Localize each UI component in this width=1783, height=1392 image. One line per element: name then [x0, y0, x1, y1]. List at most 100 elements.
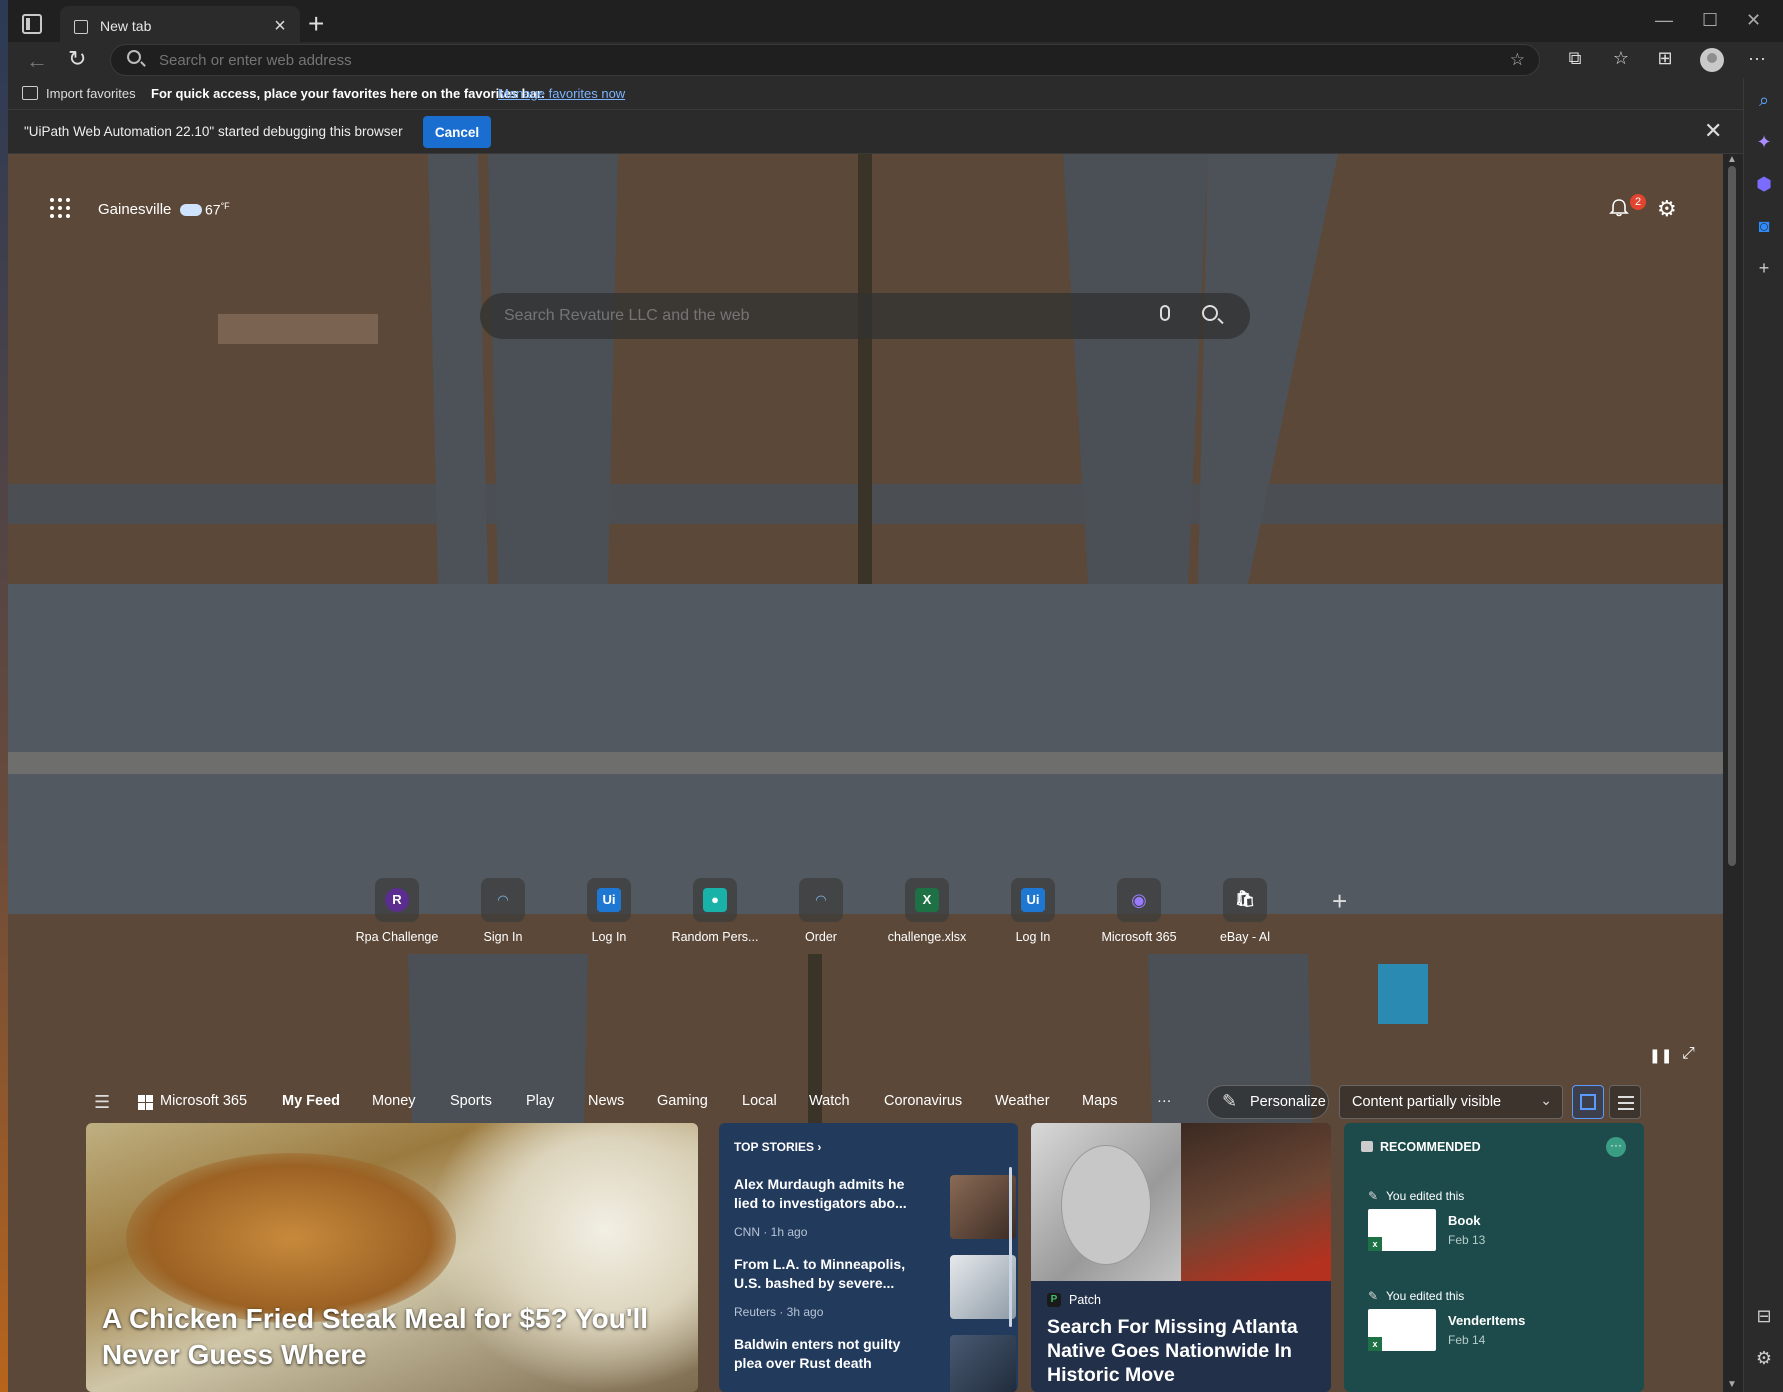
- scroll-thumb[interactable]: [1728, 166, 1736, 866]
- tab-actions-icon[interactable]: [22, 14, 42, 34]
- nav-microsoft-365[interactable]: Microsoft 365: [160, 1093, 247, 1109]
- story-meta: CNN · 1h ago: [734, 1225, 808, 1239]
- quick-link-label: Log In: [1015, 930, 1051, 944]
- rpa-challenge-icon: R: [385, 888, 409, 912]
- nav-weather[interactable]: Weather: [995, 1093, 1050, 1109]
- quick-link[interactable]: ● Random Pers...: [665, 878, 765, 958]
- refresh-icon[interactable]: ↻: [68, 46, 86, 72]
- story-item[interactable]: From L.A. to Minneapolis, U.S. bashed by…: [734, 1255, 1016, 1333]
- new-tab-button[interactable]: +: [308, 8, 324, 40]
- minimize-icon[interactable]: —: [1655, 10, 1673, 31]
- extensions-icon[interactable]: ⧉: [1563, 48, 1587, 69]
- excel-icon: X: [915, 888, 939, 912]
- address-bar[interactable]: ☆: [110, 44, 1540, 76]
- recommended-item[interactable]: ✎ You edited this x Book Feb 13: [1344, 1189, 1644, 1279]
- quick-link-tile: X: [905, 878, 949, 922]
- quick-link[interactable]: 🛍 eBay - Al: [1195, 878, 1295, 958]
- app-launcher-icon[interactable]: [50, 198, 70, 218]
- page-settings-icon[interactable]: ⚙: [1657, 196, 1677, 222]
- sidebar-settings-icon[interactable]: ⚙: [1752, 1348, 1776, 1372]
- collections-icon[interactable]: ⊞: [1653, 48, 1677, 69]
- add-favorite-icon[interactable]: ☆: [1510, 50, 1525, 70]
- quick-link[interactable]: ◠ Order: [771, 878, 871, 958]
- personalize-button[interactable]: ✎ Personalize: [1207, 1085, 1329, 1119]
- back-icon[interactable]: ←: [26, 48, 48, 74]
- nav-maps[interactable]: Maps: [1082, 1093, 1117, 1109]
- quick-link-label: eBay - Al: [1219, 930, 1271, 944]
- uipath-icon: Ui: [1021, 888, 1045, 912]
- page-scrollbar[interactable]: ▲ ▼: [1723, 154, 1743, 1392]
- expand-icon[interactable]: ⤢: [1682, 1045, 1695, 1063]
- patch-article-card[interactable]: P Patch Search For Missing Atlanta Nativ…: [1031, 1123, 1331, 1392]
- list-layout-button[interactable]: [1609, 1085, 1641, 1119]
- more-options-icon[interactable]: ···: [1606, 1137, 1626, 1157]
- nav-my-feed[interactable]: My Feed: [282, 1093, 340, 1109]
- story-item[interactable]: Baldwin enters not guilty plea over Rust…: [734, 1335, 1016, 1392]
- copilot-icon[interactable]: ✦: [1752, 132, 1776, 156]
- web-search-box[interactable]: [480, 293, 1250, 339]
- search-icon[interactable]: [1202, 305, 1218, 321]
- quick-link[interactable]: Ui Log In: [559, 878, 659, 958]
- import-icon: [22, 86, 38, 100]
- outlook-icon[interactable]: ◙: [1752, 216, 1776, 240]
- grid-layout-button[interactable]: [1572, 1085, 1604, 1119]
- nav-sports[interactable]: Sports: [450, 1093, 492, 1109]
- search-icon[interactable]: ⌕: [1752, 90, 1776, 114]
- microsoft-365-icon[interactable]: ⬢: [1752, 174, 1776, 198]
- close-tab-icon[interactable]: ×: [268, 15, 292, 38]
- microphone-icon[interactable]: [1160, 305, 1170, 321]
- nav-news[interactable]: News: [588, 1093, 624, 1109]
- cancel-button[interactable]: Cancel: [423, 116, 491, 148]
- notifications-bell-icon[interactable]: [1609, 198, 1629, 218]
- favorites-bar: Import favorites For quick access, place…: [8, 78, 1743, 110]
- quick-link-label: Order: [805, 930, 837, 944]
- quick-link-label: Log In: [591, 930, 627, 944]
- hide-sidebar-icon[interactable]: ⊟: [1752, 1306, 1776, 1330]
- quick-link[interactable]: ◉ Microsoft 365: [1089, 878, 1189, 958]
- recommended-item[interactable]: ✎ You edited this x VenderItems Feb 14: [1344, 1289, 1644, 1379]
- scroll-up-icon[interactable]: ▲: [1727, 154, 1737, 165]
- add-sidebar-icon[interactable]: +: [1752, 258, 1776, 282]
- weather-temperature[interactable]: 67°F: [205, 201, 230, 218]
- story-item[interactable]: Alex Murdaugh admits he lied to investig…: [734, 1175, 1016, 1253]
- menu-icon[interactable]: ☰: [94, 1092, 110, 1113]
- add-quick-link-icon[interactable]: +: [1332, 886, 1347, 917]
- profile-avatar[interactable]: [1700, 48, 1724, 72]
- recommended-card: RECOMMENDED ··· ✎ You edited this x Book…: [1344, 1123, 1644, 1392]
- story-thumbnail: [950, 1335, 1016, 1392]
- nav-local[interactable]: Local: [742, 1093, 777, 1109]
- quick-link[interactable]: X challenge.xlsx: [877, 878, 977, 958]
- quick-link[interactable]: ◠ Sign In: [453, 878, 553, 958]
- close-infobar-icon[interactable]: ✕: [1704, 118, 1722, 144]
- nav-coronavirus[interactable]: Coronavirus: [884, 1093, 962, 1109]
- nav-play[interactable]: Play: [526, 1093, 554, 1109]
- web-search-input[interactable]: [504, 307, 1104, 325]
- top-stories-card: TOP STORIES › Alex Murdaugh admits he li…: [719, 1123, 1018, 1392]
- quick-link-tile: ◉: [1117, 878, 1161, 922]
- more-options-icon[interactable]: ···: [1745, 48, 1769, 69]
- close-window-icon[interactable]: ✕: [1746, 10, 1761, 31]
- content-visibility-dropdown[interactable]: Content partially visible ⌄: [1339, 1085, 1563, 1119]
- quick-link[interactable]: R Rpa Challenge: [347, 878, 447, 958]
- favorites-icon[interactable]: ☆: [1609, 48, 1633, 69]
- import-favorites[interactable]: Import favorites: [46, 86, 136, 101]
- sketch-portrait: [1061, 1145, 1151, 1265]
- nav-gaming[interactable]: Gaming: [657, 1093, 708, 1109]
- maximize-icon[interactable]: ☐: [1702, 10, 1718, 31]
- quick-link-tile: Ui: [587, 878, 631, 922]
- top-stories-header[interactable]: TOP STORIES ›: [734, 1140, 821, 1154]
- nav-money[interactable]: Money: [372, 1093, 416, 1109]
- scroll-down-icon[interactable]: ▼: [1727, 1379, 1737, 1390]
- weather-location[interactable]: Gainesville: [98, 201, 171, 218]
- grid-icon: [1580, 1094, 1596, 1110]
- card-scrollbar[interactable]: [1009, 1167, 1012, 1327]
- quick-link-label: Sign In: [483, 930, 523, 944]
- quick-link[interactable]: Ui Log In: [983, 878, 1083, 958]
- nav-watch[interactable]: Watch: [809, 1093, 850, 1109]
- nav-more[interactable]: ···: [1157, 1093, 1172, 1109]
- pause-video-icon[interactable]: ❚❚: [1649, 1047, 1672, 1064]
- address-input[interactable]: [159, 52, 1359, 69]
- content-visibility-value: Content partially visible: [1352, 1094, 1502, 1110]
- manage-favorites-link[interactable]: Manage favorites now: [498, 86, 625, 101]
- hero-article-card[interactable]: A Chicken Fried Steak Meal for $5? You'l…: [86, 1123, 698, 1392]
